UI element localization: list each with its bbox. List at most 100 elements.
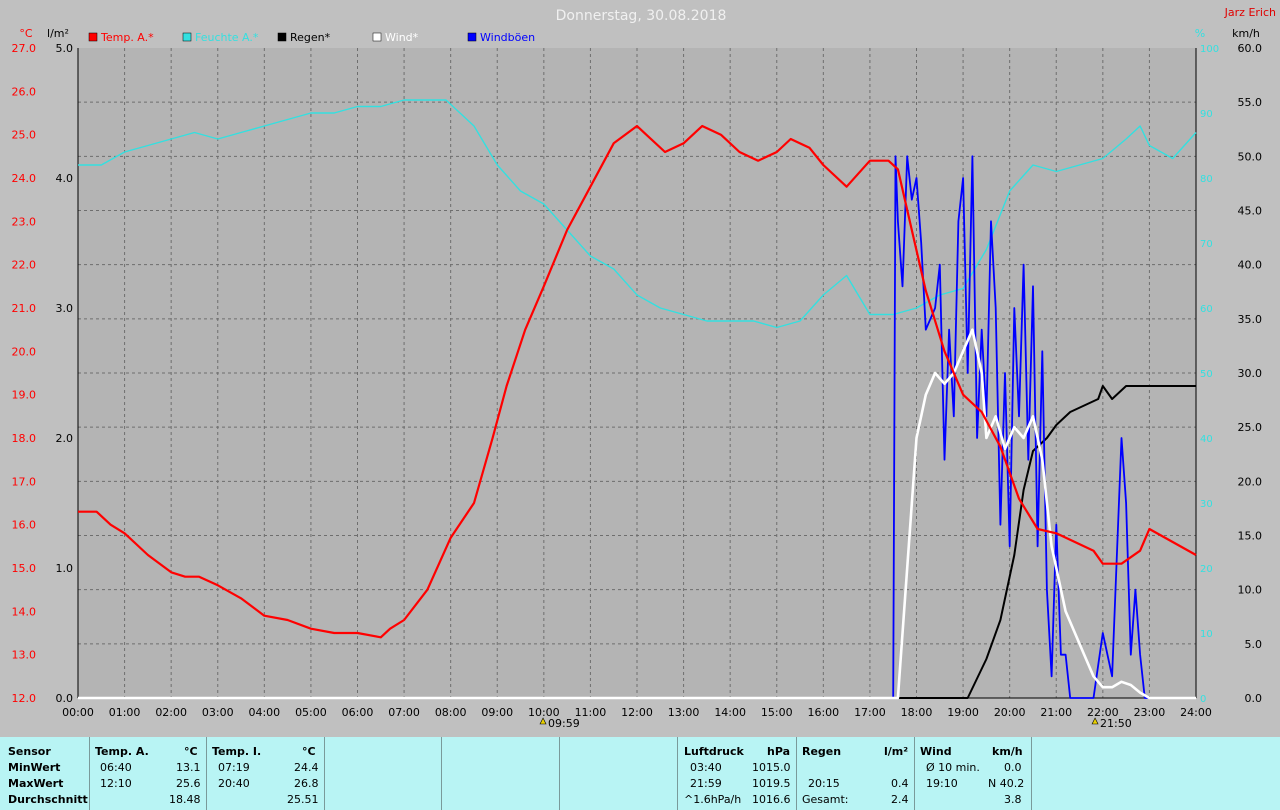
stats-tempi-title: Temp. I. — [212, 745, 262, 758]
stats-pressure-trend-val: 1016.6 — [752, 793, 791, 806]
stats-rain-total-label: Gesamt: — [802, 793, 849, 806]
x-tick-label: 08:00 — [435, 706, 467, 719]
stats-separator — [441, 737, 442, 810]
x-tick-label: 14:00 — [714, 706, 746, 719]
wind-axis-unit: km/h — [1232, 27, 1260, 40]
wind-tick-label: 0.0 — [1245, 692, 1263, 705]
legend-label-gust: Windböen — [480, 31, 535, 44]
x-tick-label: 02:00 — [155, 706, 187, 719]
temp-tick-label: 26.0 — [12, 85, 37, 98]
stats-tempi-unit: °C — [302, 745, 316, 758]
x-tick-label: 21:00 — [1040, 706, 1072, 719]
humidity-tick-label: 100 — [1200, 44, 1219, 55]
rain-axis-unit: l/m² — [47, 27, 69, 40]
stats-tempi-min-time: 07:19 — [218, 761, 250, 774]
temp-tick-label: 15.0 — [12, 562, 37, 575]
x-tick-label: 17:00 — [854, 706, 886, 719]
event-label: 09:59 — [548, 717, 580, 730]
x-tick-label: 24:00 — [1180, 706, 1212, 719]
stats-row-max: MaxWert — [8, 777, 64, 790]
stats-pressure-unit: hPa — [767, 745, 791, 758]
author-label: Jarz Erich — [1224, 6, 1276, 19]
rain-tick-label: 5.0 — [56, 42, 74, 55]
stats-wind-unit: km/h — [992, 745, 1023, 758]
rain-tick-label: 1.0 — [56, 562, 74, 575]
weather-chart: Donnerstag, 30.08.2018 Jarz Erich °C l/m… — [0, 0, 1280, 737]
wind-tick-label: 15.0 — [1238, 530, 1263, 543]
stats-tempi-min-val: 24.4 — [294, 761, 319, 774]
humidity-tick-label: 20 — [1200, 564, 1213, 575]
stats-tempa-min-val: 13.1 — [176, 761, 201, 774]
legend-label-humidity: Feuchte A.* — [195, 31, 259, 44]
temp-tick-label: 16.0 — [12, 519, 37, 532]
wind-tick-label: 25.0 — [1238, 421, 1263, 434]
stats-sensor-title: Sensor — [8, 745, 51, 758]
temp-tick-label: 14.0 — [12, 605, 37, 618]
x-tick-label: 04:00 — [248, 706, 280, 719]
legend-label-temp: Temp. A.* — [100, 31, 154, 44]
temp-tick-label: 18.0 — [12, 432, 37, 445]
stats-separator — [1031, 737, 1032, 810]
stats-tempi-max-time: 20:40 — [218, 777, 250, 790]
stats-rain-total-val: 2.4 — [891, 793, 909, 806]
temp-tick-label: 27.0 — [12, 42, 37, 55]
humidity-tick-label: 60 — [1200, 304, 1213, 315]
stats-tempa-unit: °C — [184, 745, 198, 758]
wind-tick-label: 10.0 — [1238, 584, 1263, 597]
x-tick-label: 20:00 — [994, 706, 1026, 719]
stats-tempa-min-time: 06:40 — [100, 761, 132, 774]
stats-tempi-max-val: 26.8 — [294, 777, 319, 790]
stats-rain-max-val: 0.4 — [891, 777, 909, 790]
temp-axis-unit: °C — [19, 27, 33, 40]
statistics-panel: Sensor MinWert MaxWert Durchschnitt Temp… — [0, 737, 1280, 810]
stats-separator — [559, 737, 560, 810]
rain-tick-label: 3.0 — [56, 302, 74, 315]
x-tick-label: 19:00 — [947, 706, 979, 719]
temp-tick-label: 20.0 — [12, 345, 37, 358]
stats-pressure-max-time: 21:59 — [690, 777, 722, 790]
temp-tick-label: 19.0 — [12, 389, 37, 402]
stats-separator — [677, 737, 678, 810]
stats-tempa-max-time: 12:10 — [100, 777, 132, 790]
legend-swatch-rain — [277, 32, 287, 42]
stats-separator — [89, 737, 90, 810]
stats-tempa-avg: 18.48 — [169, 793, 201, 806]
wind-tick-label: 20.0 — [1238, 475, 1263, 488]
temp-tick-label: 24.0 — [12, 172, 37, 185]
x-tick-label: 13:00 — [668, 706, 700, 719]
humidity-tick-label: 70 — [1200, 239, 1213, 250]
x-tick-label: 15:00 — [761, 706, 793, 719]
stats-rain-title: Regen — [802, 745, 842, 758]
legend-swatch-wind — [372, 32, 382, 42]
wind-tick-label: 30.0 — [1238, 367, 1263, 380]
legend-swatch-gust — [467, 32, 477, 42]
x-tick-label: 06:00 — [342, 706, 374, 719]
rain-tick-label: 0.0 — [56, 692, 74, 705]
temp-tick-label: 21.0 — [12, 302, 37, 315]
stats-pressure-max-val: 1019.5 — [752, 777, 791, 790]
wind-tick-label: 45.0 — [1238, 205, 1263, 218]
humidity-tick-label: 90 — [1200, 109, 1213, 120]
stats-separator — [206, 737, 207, 810]
x-tick-label: 07:00 — [388, 706, 420, 719]
x-tick-label: 23:00 — [1134, 706, 1166, 719]
x-tick-label: 01:00 — [109, 706, 141, 719]
humidity-tick-label: 30 — [1200, 499, 1213, 510]
event-label: 21:50 — [1100, 717, 1132, 730]
stats-wind-avg: 3.8 — [1004, 793, 1022, 806]
humidity-axis-unit: % — [1195, 27, 1205, 40]
wind-tick-label: 55.0 — [1238, 96, 1263, 109]
stats-pressure-min-time: 03:40 — [690, 761, 722, 774]
rain-tick-label: 4.0 — [56, 172, 74, 185]
x-tick-label: 03:00 — [202, 706, 234, 719]
temp-tick-label: 13.0 — [12, 649, 37, 662]
stats-pressure-trend-label: ^1.6hPa/h — [684, 793, 742, 806]
stats-wind-avg10-val: 0.0 — [1004, 761, 1022, 774]
humidity-tick-label: 50 — [1200, 369, 1213, 380]
wind-tick-label: 60.0 — [1238, 42, 1263, 55]
humidity-tick-label: 0 — [1200, 694, 1206, 705]
legend-label-wind: Wind* — [385, 31, 419, 44]
rain-tick-label: 2.0 — [56, 432, 74, 445]
temp-tick-label: 22.0 — [12, 259, 37, 272]
stats-row-min: MinWert — [8, 761, 61, 774]
